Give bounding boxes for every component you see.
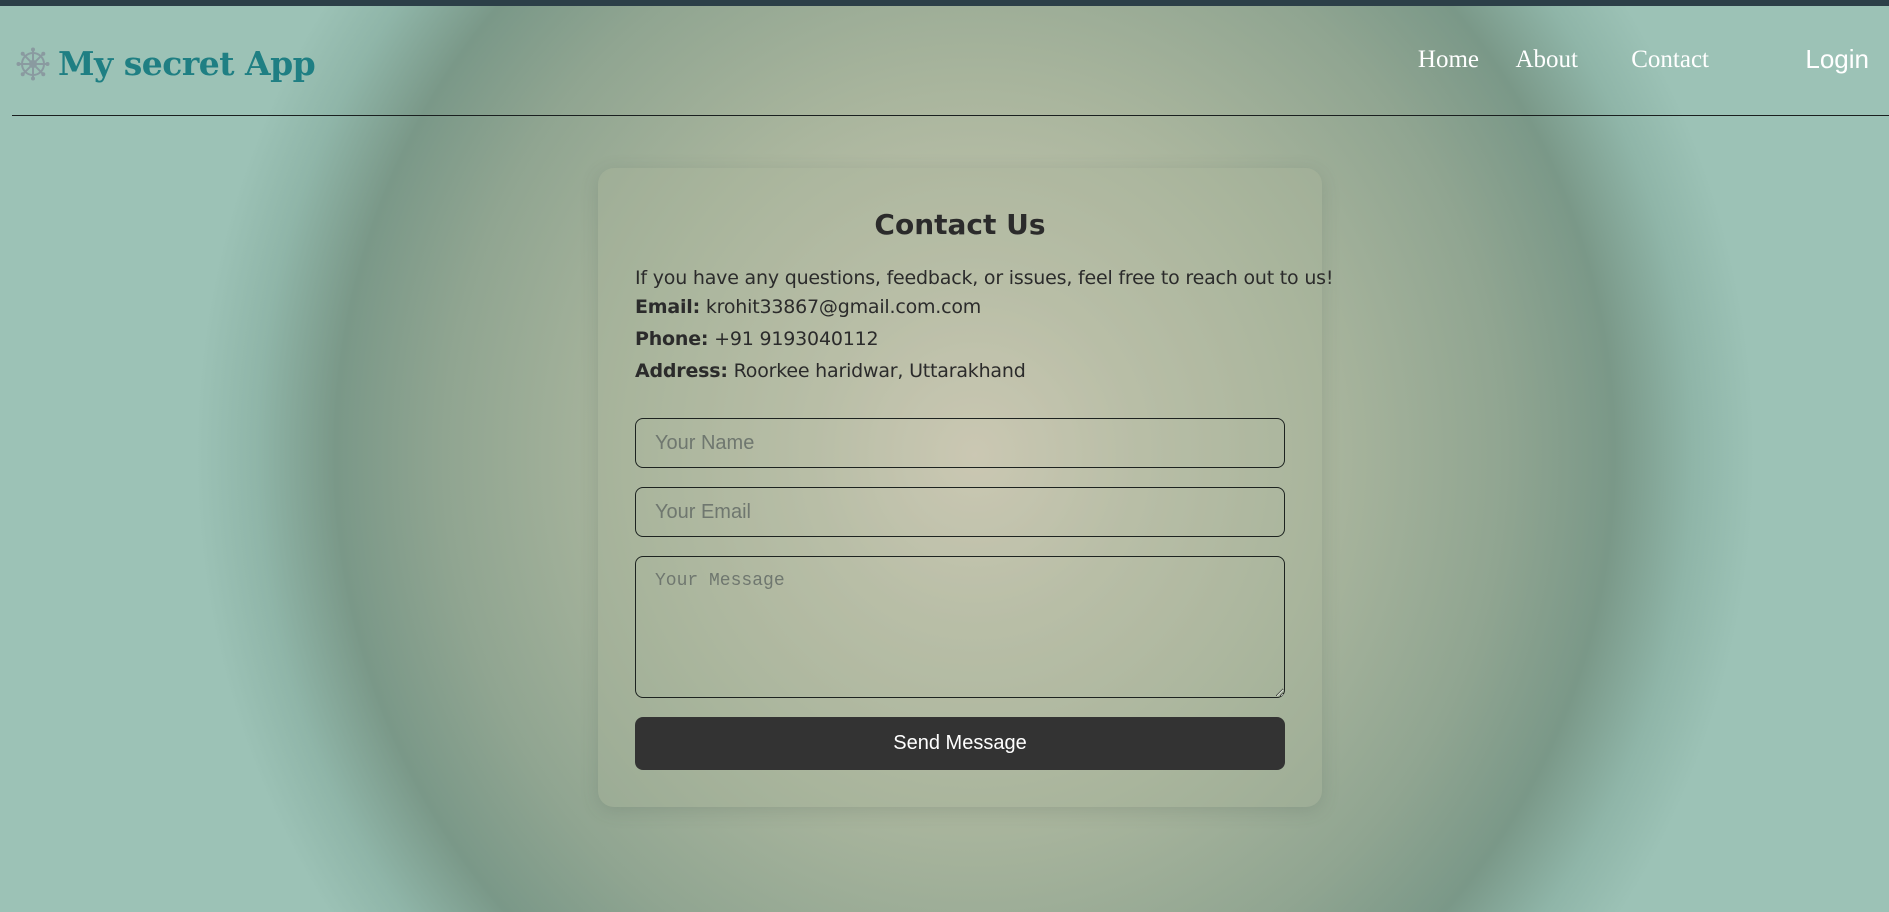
- message-textarea[interactable]: [635, 556, 1285, 698]
- brand-name: My secret App: [58, 44, 316, 83]
- contact-address-line: Address: Roorkee haridwar, Uttarakhand: [635, 360, 1026, 382]
- phone-value: +91 9193040112: [714, 328, 879, 350]
- email-input[interactable]: [635, 487, 1285, 537]
- name-input[interactable]: [635, 418, 1285, 468]
- nav-link-about[interactable]: About: [1516, 46, 1579, 74]
- contact-phone-line: Phone: +91 9193040112: [635, 328, 879, 350]
- phone-label: Phone:: [635, 328, 709, 350]
- send-message-button[interactable]: Send Message: [635, 717, 1285, 770]
- navbar: My secret App Home About Contact Login: [12, 6, 1889, 116]
- address-value: Roorkee haridwar, Uttarakhand: [733, 360, 1026, 382]
- brand[interactable]: My secret App: [16, 44, 316, 83]
- nav-link-contact[interactable]: Contact: [1631, 46, 1709, 74]
- page-title: Contact Us: [874, 208, 1046, 241]
- contact-email-line: Email: krohit33867@gmail.com.com: [635, 296, 981, 318]
- dharma-wheel-icon: [16, 47, 50, 81]
- nav-link-home[interactable]: Home: [1418, 46, 1479, 74]
- contact-card: Contact Us If you have any questions, fe…: [598, 168, 1333, 807]
- email-value: krohit33867@gmail.com.com: [705, 296, 982, 318]
- contact-intro: If you have any questions, feedback, or …: [635, 267, 1334, 289]
- login-button[interactable]: Login: [1805, 44, 1869, 75]
- email-label: Email:: [635, 296, 701, 318]
- address-label: Address:: [635, 360, 728, 382]
